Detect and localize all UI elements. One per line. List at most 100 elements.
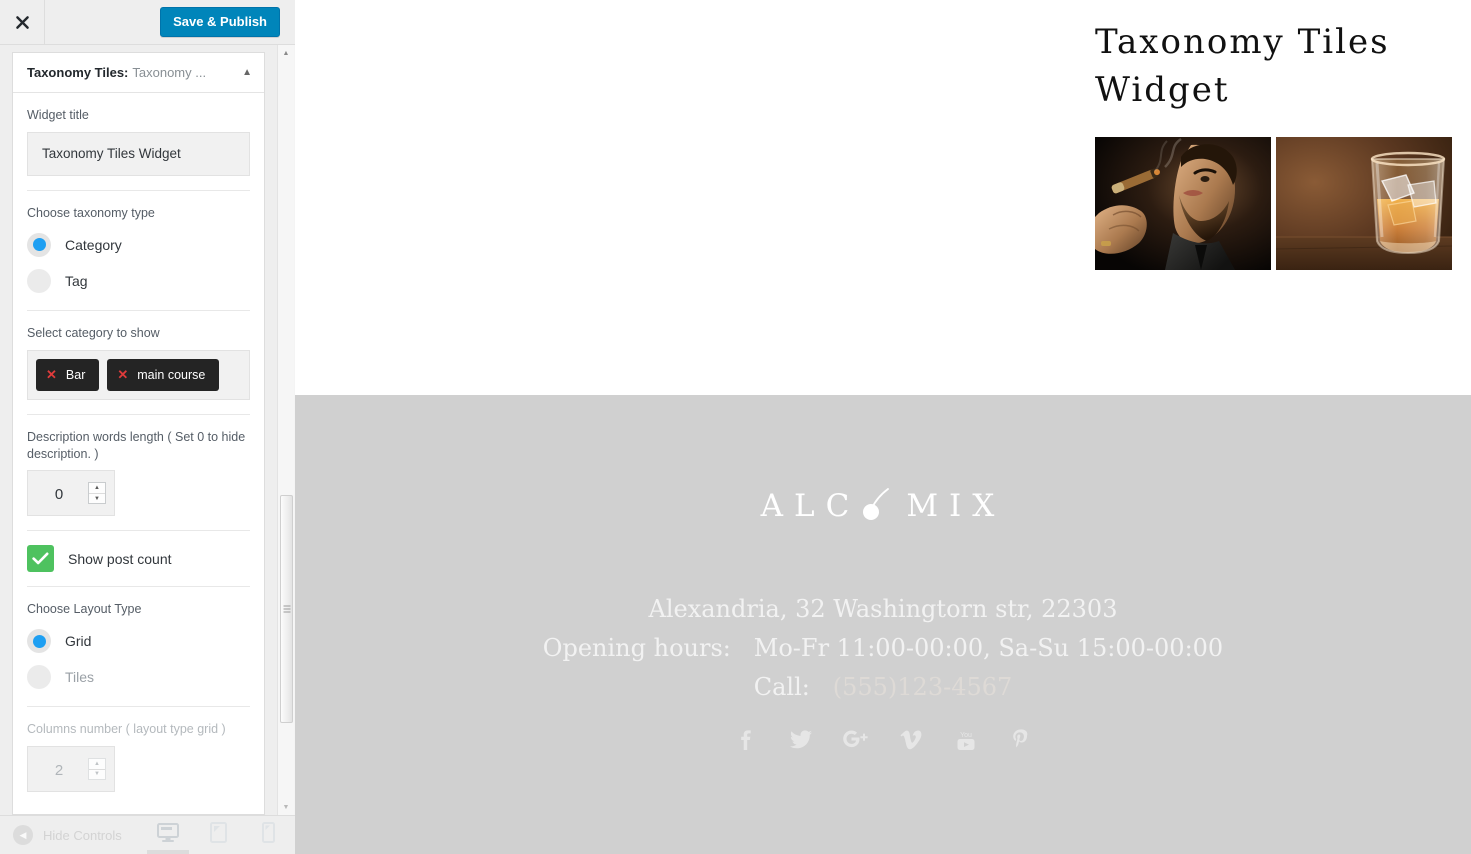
save-and-publish-button[interactable]: Save & Publish (160, 7, 280, 37)
radio-layout-tiles[interactable]: Tiles (27, 662, 250, 692)
device-preview-group (147, 816, 281, 854)
device-desktop-button[interactable] (147, 816, 189, 854)
radio-label-category: Category (65, 236, 122, 253)
field-show-post-count: Show post count (27, 531, 250, 588)
youtube-icon[interactable]: You (951, 725, 981, 755)
mobile-icon (261, 822, 275, 848)
close-icon (15, 15, 30, 30)
field-columns-number: Columns number ( layout type grid ) ▲ ▼ (27, 707, 250, 806)
description-length-spinner[interactable]: ▲ ▼ (88, 482, 106, 505)
layout-type-label: Choose Layout Type (27, 602, 142, 617)
main-course-tile-image (1276, 136, 1452, 270)
widget-settings-panel: Taxonomy Tiles: Taxonomy ... ▲ Widget ti… (12, 52, 265, 815)
footer-call-label: Call: (753, 672, 810, 701)
pinterest-icon[interactable] (1006, 725, 1036, 755)
site-preview-frame: Taxonomy Tiles Widget ALC MIX Alexandria… (295, 0, 1471, 854)
taxonomy-type-label: Choose taxonomy type (27, 205, 155, 220)
widget-panel-header[interactable]: Taxonomy Tiles: Taxonomy ... ▲ (13, 53, 264, 93)
sidebar-scrollbar[interactable]: ▲ ▼ (277, 45, 294, 815)
widget-panel-subtitle: Taxonomy ... (132, 65, 207, 80)
columns-number-spinner[interactable]: ▲ ▼ (88, 758, 106, 781)
radio-dot-grid-icon (27, 629, 51, 654)
desktop-icon (157, 823, 179, 847)
close-button[interactable] (0, 0, 45, 44)
widget-heading: Taxonomy Tiles Widget (1095, 22, 1390, 111)
tablet-icon (209, 822, 227, 848)
field-layout-type: Choose Layout Type Grid Tiles (27, 587, 250, 708)
columns-number-stepper[interactable]: ▲ ▼ (27, 746, 115, 794)
device-tablet-button[interactable] (205, 816, 231, 854)
twitter-icon[interactable] (786, 725, 816, 755)
columns-number-label: Columns number ( layout type grid ) (27, 722, 226, 737)
device-mobile-button[interactable] (255, 816, 281, 854)
footer-hours-label: Opening hours: (542, 633, 731, 662)
taxonomy-tiles-widget: Taxonomy Tiles Widget (1095, 0, 1453, 270)
chevron-left-icon: ◀ (13, 825, 33, 845)
preview-page: Taxonomy Tiles Widget ALC MIX Alexandria… (295, 0, 1471, 854)
footer-address: Alexandria, 32 Washingtorn str, 22303 (648, 595, 1118, 623)
remove-icon[interactable]: ✕ (117, 368, 128, 381)
columns-number-input[interactable] (28, 747, 90, 794)
category-tag-main-course[interactable]: ✕ main course (107, 358, 220, 391)
widget-title-input[interactable] (27, 131, 250, 176)
field-taxonomy-type: Choose taxonomy type Category Tag (27, 191, 250, 311)
chevron-up-icon[interactable]: ▲ (242, 67, 252, 78)
site-footer: ALC MIX Alexandria, 32 Washingtorn str, … (295, 395, 1471, 854)
show-post-count-checkbox[interactable]: Show post count (27, 545, 250, 573)
vimeo-icon[interactable] (896, 725, 926, 755)
customizer-panel-body: Taxonomy Tiles: Taxonomy ... ▲ Widget ti… (0, 45, 295, 815)
scrollbar-grip-icon (283, 605, 290, 613)
customizer-screen: Save & Publish Taxonomy Tiles: Taxonomy … (0, 0, 1471, 854)
footer-call: Call: (555)123-4567 (295, 668, 1471, 707)
footer-hours: Opening hours: Mo-Fr 11:00-00:00, Sa-Su … (295, 629, 1471, 668)
customizer-sidebar: Save & Publish Taxonomy Tiles: Taxonomy … (0, 0, 295, 854)
widget-panel-title: Taxonomy Tiles: (27, 65, 129, 80)
radio-dot-tag-icon (27, 268, 51, 293)
tiles-grid (1095, 136, 1453, 270)
radio-label-tag: Tag (65, 272, 88, 289)
spinner-up-icon[interactable]: ▲ (89, 483, 105, 494)
field-select-category: Select category to show ✕ Bar ✕ main cou… (27, 311, 250, 415)
check-icon (27, 545, 54, 573)
cherry-icon (858, 487, 892, 526)
scrollbar-thumb[interactable] (280, 495, 293, 723)
description-length-label: Description words length ( Set 0 to hide… (27, 429, 246, 461)
radio-label-grid: Grid (65, 633, 92, 650)
spinner-down-icon[interactable]: ▼ (89, 494, 105, 504)
show-post-count-label: Show post count (68, 550, 172, 567)
widget-title-label: Widget title (27, 108, 89, 122)
spinner-up-icon[interactable]: ▲ (89, 759, 105, 770)
field-widget-title: Widget title (27, 93, 250, 191)
radio-taxonomy-tag[interactable]: Tag (27, 266, 250, 296)
widget-panel-content: Widget title Choose taxonomy type Catego… (13, 93, 264, 814)
facebook-icon[interactable] (731, 725, 761, 755)
bar-tile-image (1095, 136, 1271, 270)
select-category-label: Select category to show (27, 325, 160, 340)
bar-tile[interactable] (1095, 136, 1271, 270)
category-tag-bar-label: Bar (65, 367, 86, 382)
radio-taxonomy-category[interactable]: Category (27, 230, 250, 260)
radio-label-tiles: Tiles (65, 669, 95, 686)
selected-categories-box[interactable]: ✕ Bar ✕ main course (27, 349, 250, 400)
spinner-down-icon[interactable]: ▼ (89, 770, 105, 780)
svg-text:You: You (960, 732, 972, 739)
footer-logo-before: ALC (760, 488, 861, 524)
radio-dot-tiles-icon (27, 665, 51, 690)
radio-layout-grid[interactable]: Grid (27, 626, 250, 656)
footer-logo-after: MIX (906, 488, 1006, 524)
description-length-stepper[interactable]: ▲ ▼ (27, 470, 115, 518)
remove-icon[interactable]: ✕ (46, 368, 57, 381)
footer-phone[interactable]: (555)123-4567 (833, 673, 1013, 701)
hide-controls-label: Hide Controls (43, 827, 122, 843)
footer-contact-info: Alexandria, 32 Washingtorn str, 22303 Op… (295, 590, 1471, 707)
category-tag-bar[interactable]: ✕ Bar (36, 358, 100, 391)
scroll-up-arrow-icon[interactable]: ▲ (278, 45, 294, 61)
radio-dot-category-icon (27, 232, 51, 257)
description-length-input[interactable] (28, 471, 90, 518)
main-course-tile[interactable] (1276, 136, 1452, 270)
customizer-bottom-bar: ◀ Hide Controls (0, 815, 295, 854)
hide-controls-button[interactable]: ◀ Hide Controls (13, 816, 122, 854)
googleplus-icon[interactable] (841, 725, 871, 755)
scroll-down-arrow-icon[interactable]: ▼ (278, 799, 294, 815)
footer-logo: ALC MIX (295, 487, 1471, 526)
